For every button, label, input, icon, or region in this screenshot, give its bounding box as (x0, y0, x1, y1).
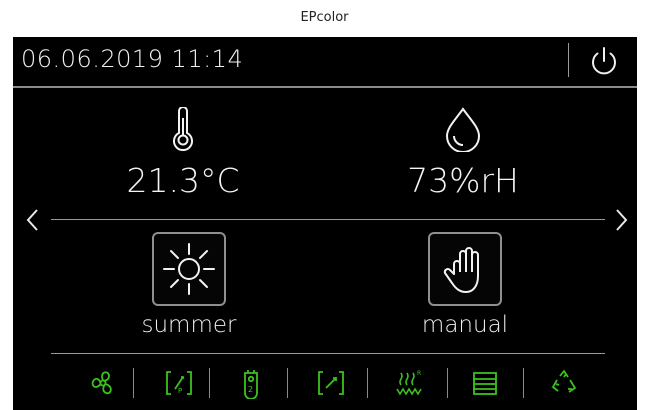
pressure-sensor-icon[interactable]: P (163, 367, 195, 399)
status-divider (568, 43, 569, 77)
datetime-display: 06.06.2019 11:14 (21, 45, 244, 73)
icon-separator (523, 368, 524, 398)
hand-icon (443, 247, 479, 293)
season-mode-button[interactable] (152, 232, 226, 306)
water-drop-icon (445, 107, 481, 152)
season-mode-label: summer (141, 312, 237, 338)
icon-separator (287, 368, 288, 398)
air-handling-unit-icon[interactable] (469, 367, 501, 399)
power-icon[interactable] (587, 44, 621, 78)
filter-stage-2-icon[interactable]: 2 (235, 367, 267, 399)
chevron-left-icon[interactable] (25, 207, 41, 233)
icon-separator (133, 368, 134, 398)
icon-separator (209, 368, 210, 398)
temperature-value: 21.3°C (126, 161, 240, 200)
chevron-right-icon[interactable] (613, 207, 629, 233)
damper-icon[interactable] (315, 367, 347, 399)
status-bar: 06.06.2019 11:14 (13, 37, 637, 86)
heater-icon[interactable]: R (393, 367, 425, 399)
humidity-value: 73%rH (407, 161, 519, 200)
recirculation-icon[interactable] (548, 367, 580, 399)
controller-screen: 06.06.2019 11:14 21.3°C 73%rH summer man… (13, 37, 637, 410)
svg-text:R: R (417, 370, 421, 377)
svg-text:2: 2 (248, 385, 253, 394)
svg-text:P: P (178, 387, 182, 395)
operation-mode-button[interactable] (428, 232, 502, 306)
icon-separator (447, 368, 448, 398)
icon-separator (367, 368, 368, 398)
header-divider (13, 86, 637, 88)
thermometer-icon (173, 107, 193, 151)
operation-mode-label: manual (421, 312, 509, 338)
sun-icon (163, 243, 215, 295)
middle-divider (51, 219, 605, 220)
fan-icon[interactable] (87, 367, 119, 399)
window-caption: EPcolor (300, 10, 349, 25)
bottom-status-bar: P 2 R (13, 359, 637, 410)
bottom-divider (51, 353, 605, 354)
